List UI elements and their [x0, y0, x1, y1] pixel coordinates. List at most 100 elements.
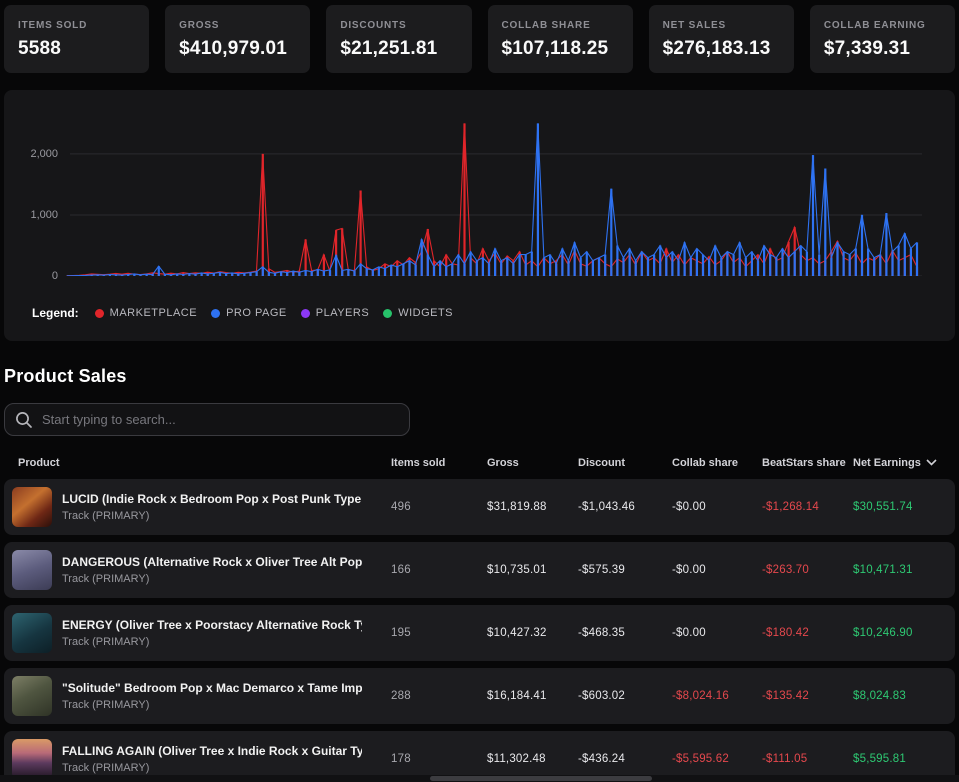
table-row[interactable]: ENERGY (Oliver Tree x Poorstacy Alternat… — [4, 605, 955, 661]
gross-cell: $10,735.01 — [487, 564, 578, 576]
bar-pro-page — [164, 274, 166, 276]
net-earnings-cell: $30,551.74 — [853, 501, 955, 513]
bar-pro-page — [788, 258, 790, 276]
table-row[interactable]: LUCID (Indie Rock x Bedroom Pop x Post P… — [4, 479, 955, 535]
chart-legend: Legend: MARKETPLACEPRO PAGEPLAYERSWIDGET… — [32, 306, 453, 320]
legend-item-marketplace[interactable]: MARKETPLACE — [95, 307, 197, 319]
bar-pro-page — [91, 275, 93, 276]
bar-pro-page — [537, 123, 539, 276]
search-input[interactable] — [42, 412, 399, 427]
horizontal-scrollbar-thumb[interactable] — [430, 776, 652, 781]
bar-pro-page — [451, 264, 453, 276]
column-header-gross[interactable]: Gross — [487, 457, 578, 469]
bar-pro-page — [647, 258, 649, 276]
bar-pro-page — [708, 261, 710, 276]
bar-pro-page — [610, 189, 612, 276]
column-header-beatstars-share[interactable]: BeatStars share — [762, 457, 853, 469]
column-header-label: BeatStars share — [762, 457, 846, 469]
gross-cell: $16,184.41 — [487, 690, 578, 702]
bar-pro-page — [329, 270, 331, 276]
gross-cell: $11,302.48 — [487, 753, 578, 765]
column-header-label: Discount — [578, 457, 625, 469]
bar-pro-page — [861, 215, 863, 276]
bar-pro-page — [500, 261, 502, 276]
bar-pro-page — [280, 272, 282, 276]
album-art-thumbnail — [12, 739, 52, 779]
collab-share-cell: -$0.00 — [672, 564, 762, 576]
bar-pro-page — [213, 273, 215, 276]
beatstars-share-cell: -$111.05 — [762, 753, 853, 765]
bar-pro-page — [586, 252, 588, 276]
bar-pro-page — [353, 271, 355, 276]
stat-card-label: DISCOUNTS — [340, 20, 457, 31]
bar-pro-page — [231, 273, 233, 276]
bar-pro-page — [323, 271, 325, 276]
stat-card-label: GROSS — [179, 20, 296, 31]
bar-pro-page — [720, 258, 722, 276]
net-earnings-cell: $5,595.81 — [853, 753, 955, 765]
bar-pro-page — [629, 249, 631, 277]
album-art-thumbnail — [12, 613, 52, 653]
legend-item-widgets[interactable]: WIDGETS — [383, 307, 453, 319]
bar-pro-page — [506, 258, 508, 276]
bar-pro-page — [133, 274, 135, 276]
stats-row: ITEMS SOLD5588GROSS$410,979.01DISCOUNTS$… — [4, 5, 955, 73]
product-title: DANGEROUS (Alternative Rock x Oliver Tre… — [62, 555, 362, 569]
search-box — [4, 403, 410, 436]
product-subtitle: Track (PRIMARY) — [62, 699, 362, 711]
stat-card-collab-earning: COLLAB EARNING$7,339.31 — [810, 5, 955, 73]
beatstars-share-cell: -$180.42 — [762, 627, 853, 639]
bar-pro-page — [512, 264, 514, 276]
product-title: LUCID (Indie Rock x Bedroom Pop x Post P… — [62, 492, 362, 506]
bar-pro-page — [561, 249, 563, 277]
column-header-items-sold[interactable]: Items sold — [391, 457, 487, 469]
bar-pro-page — [659, 246, 661, 277]
product-subtitle: Track (PRIMARY) — [62, 762, 362, 774]
product-title: FALLING AGAIN (Oliver Tree x Indie Rock … — [62, 744, 362, 758]
product-text: DANGEROUS (Alternative Rock x Oliver Tre… — [62, 555, 362, 585]
gross-cell: $10,427.32 — [487, 627, 578, 639]
bar-pro-page — [714, 246, 716, 277]
bar-pro-page — [677, 261, 679, 276]
items-sold-cell: 166 — [391, 564, 487, 576]
column-header-net-earnings[interactable]: Net Earnings — [853, 457, 955, 469]
bar-pro-page — [494, 249, 496, 277]
bar-pro-page — [885, 213, 887, 276]
bar-pro-page — [818, 255, 820, 276]
bar-pro-page — [733, 255, 735, 276]
bar-pro-page — [580, 258, 582, 276]
table-row[interactable]: DANGEROUS (Alternative Rock x Oliver Tre… — [4, 542, 955, 598]
product-cell: DANGEROUS (Alternative Rock x Oliver Tre… — [4, 550, 391, 590]
bar-pro-page — [243, 273, 245, 276]
bar-pro-page — [867, 249, 869, 277]
column-header-discount[interactable]: Discount — [578, 457, 672, 469]
product-cell: LUCID (Indie Rock x Bedroom Pop x Post P… — [4, 487, 391, 527]
product-cell: "Solitude" Bedroom Pop x Mac Demarco x T… — [4, 676, 391, 716]
bar-pro-page — [910, 249, 912, 277]
bar-pro-page — [653, 255, 655, 276]
album-art-thumbnail — [12, 676, 52, 716]
bar-pro-page — [268, 272, 270, 276]
bar-pro-page — [292, 271, 294, 276]
stat-card-items-sold: ITEMS SOLD5588 — [4, 5, 149, 73]
column-header-product[interactable]: Product — [4, 457, 391, 469]
legend-item-pro-page[interactable]: PRO PAGE — [211, 307, 287, 319]
bar-pro-page — [121, 275, 123, 276]
beatstars-share-cell: -$263.70 — [762, 564, 853, 576]
column-header-label: Product — [18, 457, 60, 469]
table-row[interactable]: "Solitude" Bedroom Pop x Mac Demarco x T… — [4, 668, 955, 724]
stat-card-value: $276,183.13 — [663, 38, 780, 60]
discount-cell: -$603.02 — [578, 690, 672, 702]
bar-pro-page — [84, 275, 86, 276]
bar-pro-page — [201, 273, 203, 276]
column-header-collab-share[interactable]: Collab share — [672, 457, 762, 469]
bar-pro-page — [298, 272, 300, 276]
bar-pro-page — [543, 258, 545, 276]
bar-pro-page — [769, 255, 771, 276]
legend-dot-icon — [383, 309, 392, 318]
bar-pro-page — [879, 255, 881, 276]
bar-pro-page — [225, 274, 227, 276]
bar-pro-page — [622, 258, 624, 276]
sales-chart — [66, 102, 922, 281]
legend-item-players[interactable]: PLAYERS — [301, 307, 369, 319]
